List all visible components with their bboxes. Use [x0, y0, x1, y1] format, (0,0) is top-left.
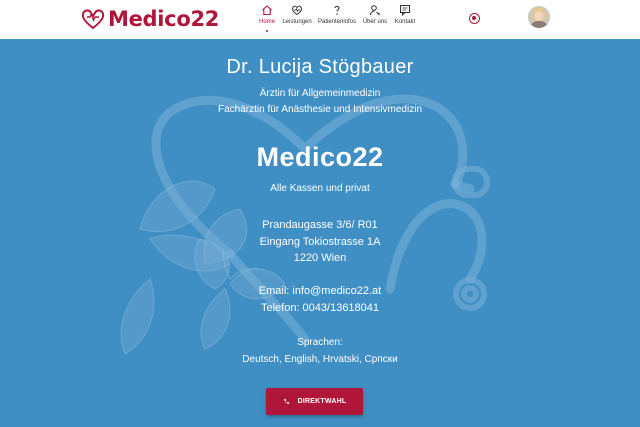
address-entrance: Eingang Tokiostrasse 1A [259, 236, 381, 248]
nav-kontakt-label: Kontakt [394, 19, 416, 25]
nav-leistungen-label: Leistungen [282, 19, 312, 25]
contact-phone[interactable]: Telefon: 0043/13618041 [0, 302, 640, 314]
question-icon [334, 5, 340, 15]
insurance-note: Alle Kassen und privat [270, 183, 370, 194]
nav-patienteninfos[interactable]: Patienteninfos [314, 4, 360, 34]
heart-stethoscope-logo-icon [81, 9, 105, 30]
home-icon [262, 5, 272, 16]
chat-icon [400, 5, 410, 16]
heart-pulse-icon [292, 5, 302, 16]
nav-ueber-uns[interactable]: Über uns [360, 4, 390, 34]
main-nav: Home Leistungen Patienteninfos Über uns … [254, 4, 420, 34]
nav-patienteninfos-label: Patienteninfos [317, 19, 357, 25]
languages-title: Sprachen: [297, 337, 343, 348]
nav-home-label: Home [258, 19, 275, 25]
nav-kontakt[interactable]: Kontakt [390, 4, 420, 34]
address-street: Prandaugasse 3/6/ R01 [262, 219, 378, 231]
user-key-icon [370, 5, 380, 16]
doctor-name: Dr. Lucija Stögbauer [226, 56, 414, 78]
nav-leistungen[interactable]: Leistungen [280, 4, 314, 34]
phone-icon [283, 398, 289, 404]
logo-text: Medico22 [108, 7, 220, 31]
profile-avatar[interactable] [528, 6, 550, 28]
direct-call-label: DIREKTWAHL [297, 398, 347, 405]
contact-email[interactable]: Email: info@medico22.at [0, 285, 640, 297]
address-city: 1220 Wien [293, 252, 347, 264]
specialty-general: Ärztin für Allgemeinmedizin [259, 88, 381, 99]
site-header: Medico22 Home Leistungen Patienteninfos … [0, 0, 640, 39]
direct-call-button[interactable]: DIREKTWAHL [266, 388, 363, 415]
languages-list: Deutsch, English, Hrvatski, Српски [242, 354, 398, 365]
nav-home[interactable]: Home [254, 4, 280, 34]
language-toggle-icon[interactable] [469, 13, 480, 24]
specialty-anesthesia: Fachärztin für Anästhesie und Intensivme… [218, 104, 422, 115]
nav-ueber-uns-label: Über uns [362, 19, 388, 25]
logo[interactable]: Medico22 [80, 5, 219, 33]
brand-title: Medico22 [256, 142, 384, 172]
avatar-portrait-icon [528, 6, 550, 28]
hero-section: Dr. Lucija Stögbauer Ärztin für Allgemei… [0, 39, 640, 427]
